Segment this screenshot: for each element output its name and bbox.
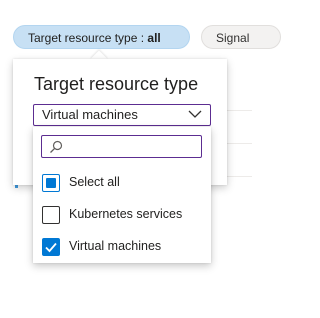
option-select-all[interactable]: Select all <box>33 167 211 199</box>
dropdown-selected-value: Virtual machines <box>42 107 138 122</box>
panel-title: Target resource type <box>34 74 199 94</box>
resource-type-dropdown[interactable]: Virtual machines <box>33 104 211 126</box>
option-label: Select all <box>69 175 120 189</box>
dropdown-list: Select all Kubernetes services Virtual m… <box>33 127 211 263</box>
search-box[interactable] <box>41 135 202 158</box>
search-input[interactable] <box>66 137 196 156</box>
filter-pill-prefix: Target resource type : <box>28 31 148 45</box>
option-label: Virtual machines <box>69 239 162 253</box>
checkmark-icon <box>45 242 57 253</box>
option-label: Kubernetes services <box>69 207 183 221</box>
checkbox-checked[interactable] <box>42 238 60 256</box>
checkbox-indeterminate[interactable] <box>42 174 60 192</box>
filter-pill-value: all <box>147 31 161 45</box>
search-icon <box>50 140 63 153</box>
option-virtual-machines[interactable]: Virtual machines <box>33 231 211 263</box>
chevron-down-icon <box>188 110 202 118</box>
option-kubernetes-services[interactable]: Kubernetes services <box>33 199 211 231</box>
checkbox-unchecked[interactable] <box>42 206 60 224</box>
signal-filter-pill[interactable]: Signal <box>201 25 281 49</box>
signal-filter-label: Signal <box>216 31 250 45</box>
target-resource-type-filter-pill[interactable]: Target resource type : all <box>13 25 190 49</box>
